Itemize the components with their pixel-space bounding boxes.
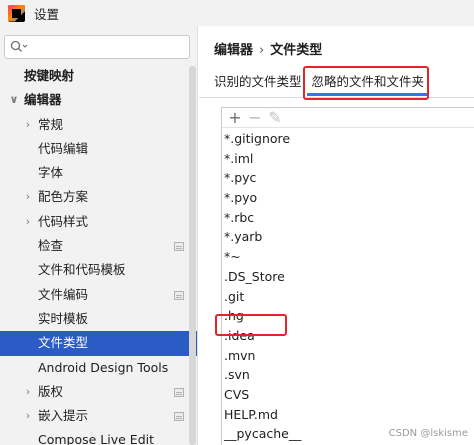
sidebar-item[interactable]: › 版权 [0, 380, 197, 404]
list-item[interactable]: *.rbc [222, 208, 474, 228]
settings-page-icon [174, 387, 184, 397]
add-icon[interactable]: + [225, 108, 245, 128]
chevron-right-icon[interactable]: › [22, 404, 34, 428]
breadcrumb-current: 文件类型 [270, 43, 323, 58]
remove-icon[interactable]: − [245, 108, 265, 128]
chevron-right-icon[interactable]: › [22, 185, 34, 209]
breadcrumb-parent[interactable]: 编辑器 [214, 43, 253, 58]
sidebar-item-label: 常规 [38, 116, 64, 132]
settings-page-icon [174, 242, 184, 252]
sidebar-item-label: 文件和代码模板 [38, 262, 126, 278]
chevron-down-icon[interactable]: ∨ [8, 88, 20, 112]
sidebar-item[interactable]: 代码编辑 [0, 137, 197, 161]
title-bar: 设置 [0, 0, 474, 26]
list-item[interactable]: .DS_Store [222, 267, 474, 287]
list-item[interactable]: *.pyo [222, 188, 474, 208]
ignored-items-list: *.gitignore *.iml *.pyc *.pyo *.rbc *.yarb *~.… [222, 129, 474, 445]
chevron-right-icon[interactable]: › [22, 210, 34, 234]
search-icon [10, 40, 28, 52]
sidebar-item[interactable]: › 代码样式 [0, 210, 197, 234]
sidebar-item-label: Compose Live Edit [38, 432, 155, 445]
settings-page-icon [174, 412, 184, 422]
settings-tree: 按键映射 ∨ 编辑器 › 常规 代码编辑 字体 › 配色方案 › 代码样式 检查 文件和代码模板 文件编码… [0, 64, 197, 445]
sidebar-item-label: 文件类型 [38, 335, 89, 351]
list-item[interactable]: *.iml [222, 149, 474, 169]
sidebar-item[interactable]: 检查 [0, 234, 197, 258]
window-title: 设置 [34, 6, 60, 22]
sidebar-scrollbar[interactable] [189, 66, 196, 445]
sidebar-item[interactable]: 文件编码 [0, 283, 197, 307]
list-item[interactable]: .svn [222, 365, 474, 385]
sidebar-item[interactable]: 按键映射 [0, 64, 197, 88]
main-panel: 编辑器 › 文件类型 识别的文件类型 忽略的文件和文件夹 + − ✎ *.gitig… [199, 26, 474, 445]
tab-recognized-file-types[interactable]: 识别的文件类型 [209, 70, 307, 96]
list-item[interactable]: HELP.md [222, 405, 474, 425]
sidebar-item-label: 实时模板 [38, 310, 89, 326]
sidebar-item[interactable]: 字体 [0, 161, 197, 185]
watermark: CSDN @lskisme [388, 428, 468, 439]
sidebar-item[interactable]: › 常规 [0, 113, 197, 137]
list-item[interactable]: *.gitignore [222, 129, 474, 149]
sidebar-item-label: 嵌入提示 [38, 408, 89, 424]
sidebar-item-label: 代码编辑 [38, 140, 89, 156]
settings-page-icon [174, 290, 184, 300]
sidebar-item[interactable]: › 配色方案 [0, 185, 197, 209]
list-toolbar: + − ✎ [222, 108, 474, 128]
list-item[interactable]: *.yarb [222, 227, 474, 247]
sidebar-item[interactable]: 文件和代码模板 [0, 258, 197, 282]
app-logo-icon [8, 4, 25, 22]
list-item[interactable]: CVS [222, 385, 474, 405]
edit-icon[interactable]: ✎ [265, 108, 285, 128]
breadcrumb-separator: › [259, 43, 265, 58]
sidebar-item[interactable]: 实时模板 [0, 307, 197, 331]
settings-sidebar: 按键映射 ∨ 编辑器 › 常规 代码编辑 字体 › 配色方案 › 代码样式 检查 文件和代码模板 文件编码… [0, 26, 198, 445]
list-item[interactable]: *.pyc [222, 168, 474, 188]
annotation-highlight-idea [215, 314, 287, 336]
sidebar-item-label: 按键映射 [24, 68, 75, 83]
search-input[interactable] [32, 40, 182, 54]
sidebar-item-label: 字体 [38, 165, 64, 181]
ignored-list-panel: + − ✎ *.gitignore *.iml *.pyc *.pyo *.rbc *.y… [221, 107, 474, 445]
sidebar-item-label: Android Design Tools [38, 359, 169, 375]
sidebar-item-label: 版权 [38, 383, 64, 399]
sidebar-item[interactable]: Compose Live Edit [0, 428, 197, 445]
list-item[interactable]: .mvn [222, 346, 474, 366]
sidebar-item[interactable]: Android Design Tools [0, 356, 197, 380]
sidebar-item[interactable]: 文件类型 [0, 331, 197, 356]
settings-search-box[interactable] [4, 35, 190, 59]
list-item[interactable]: *~ [222, 247, 474, 267]
chevron-right-icon[interactable]: › [22, 380, 34, 404]
annotation-highlight-tab [303, 66, 429, 100]
sidebar-item[interactable]: ∨ 编辑器 [0, 88, 197, 112]
sidebar-item-label: 编辑器 [24, 92, 62, 108]
list-item[interactable]: .git [222, 287, 474, 307]
breadcrumb: 编辑器 › 文件类型 [214, 39, 322, 58]
sidebar-item-label: 文件编码 [38, 286, 89, 302]
sidebar-item-label: 检查 [38, 238, 64, 254]
chevron-right-icon[interactable]: › [22, 113, 34, 137]
sidebar-item[interactable]: › 嵌入提示 [0, 404, 197, 428]
sidebar-item-label: 配色方案 [38, 189, 89, 205]
sidebar-item-label: 代码样式 [38, 213, 89, 229]
